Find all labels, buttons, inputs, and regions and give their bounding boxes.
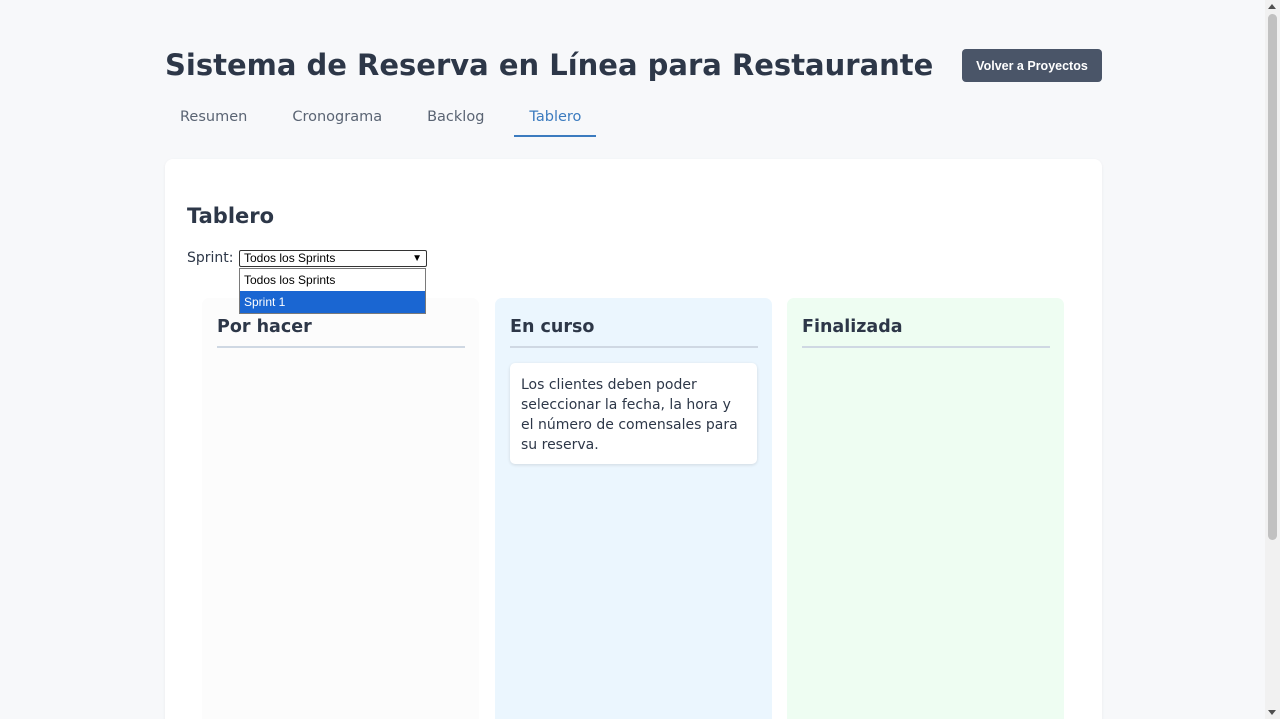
column-title: Finalizada xyxy=(802,317,1050,348)
tab-backlog[interactable]: Backlog xyxy=(412,100,499,137)
sprint-filter-label: Sprint: xyxy=(187,250,234,266)
sprint-select[interactable]: Todos los Sprints ▼ xyxy=(239,250,427,267)
column-title: Por hacer xyxy=(217,317,465,348)
back-to-projects-button[interactable]: Volver a Proyectos xyxy=(962,49,1102,82)
scroll-down-arrow-icon[interactable] xyxy=(1268,710,1276,715)
tab-tablero[interactable]: Tablero xyxy=(514,100,597,137)
column-title: En curso xyxy=(510,317,758,348)
tab-bar: Resumen Cronograma Backlog Tablero xyxy=(165,100,611,137)
sprint-select-value: Todos los Sprints xyxy=(244,251,336,265)
column-en-curso: En curso Los clientes deben poder selecc… xyxy=(495,298,772,719)
scroll-up-arrow-icon[interactable] xyxy=(1268,4,1276,9)
page: Sistema de Reserva en Línea para Restaur… xyxy=(0,0,1280,719)
sprint-dropdown-list: Todos los Sprints Sprint 1 xyxy=(239,268,426,314)
task-card[interactable]: Los clientes deben poder seleccionar la … xyxy=(510,363,757,464)
tab-resumen[interactable]: Resumen xyxy=(165,100,262,137)
tab-cronograma[interactable]: Cronograma xyxy=(277,100,397,137)
column-finalizada: Finalizada xyxy=(787,298,1064,719)
chevron-down-icon: ▼ xyxy=(412,253,422,264)
sprint-option-sprint-1[interactable]: Sprint 1 xyxy=(240,291,425,313)
column-por-hacer: Por hacer xyxy=(202,298,479,719)
sprint-option-all[interactable]: Todos los Sprints xyxy=(240,269,425,291)
board-title: Tablero xyxy=(187,204,275,228)
page-scrollbar[interactable] xyxy=(1265,0,1280,719)
page-title: Sistema de Reserva en Línea para Restaur… xyxy=(165,48,934,82)
scroll-thumb[interactable] xyxy=(1268,14,1277,540)
